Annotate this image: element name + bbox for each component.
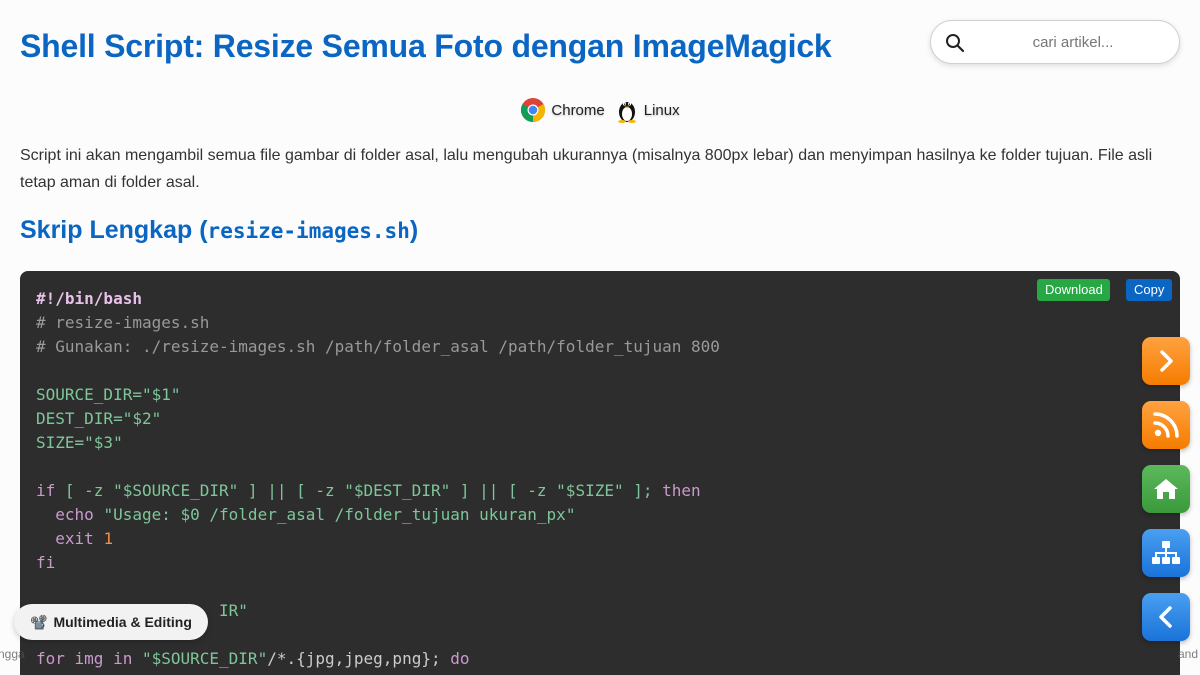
platform-chrome: Chrome [520,97,605,123]
download-button[interactable]: Download [1037,279,1110,301]
chrome-icon [521,98,546,122]
category-label: Multimedia & Editing [53,614,192,630]
intro-paragraph: Script ini akan mengambil semua file gam… [20,147,1153,191]
copy-button[interactable]: Copy [1126,279,1172,301]
code-token: 1 [103,529,114,548]
platform-linux: Linux [615,97,680,123]
sitemap-icon [1152,541,1180,564]
code-token: then [662,481,701,500]
rss-feed-button[interactable] [1142,401,1190,449]
code-token: [ -z "$SOURCE_DIR" ] || [ -z "$DEST_DIR"… [55,481,663,500]
platform-label: Linux [643,101,680,119]
home-button[interactable] [1142,465,1190,513]
section-heading-suffix: ) [409,216,419,244]
next-article-button[interactable] [1142,337,1190,385]
platform-label: Chrome [551,101,605,119]
code-token: exit [36,529,104,548]
code-line: #!/bin/bash [36,289,142,308]
platform-list: Chrome Linux [0,97,1200,123]
rss-icon [1153,412,1179,438]
code-token: "Usage: $0 /folder_asal /folder_tujuan u… [103,505,576,524]
page-title: Shell Script: Resize Semua Foto dengan I… [20,28,832,64]
previous-article-button[interactable] [1142,593,1190,641]
code-line: # Gunakan: ./resize-images.sh /path/fold… [36,337,720,356]
code-line: fi [36,553,56,572]
search-input[interactable] [975,31,1171,53]
code-line: SIZE="$3" [36,433,123,452]
chevron-right-icon [1160,350,1173,372]
search-box[interactable] [930,20,1180,64]
section-heading-prefix: Skrip Lengkap ( [20,216,208,244]
category-badge[interactable]: 📽️ Multimedia & Editing [14,604,208,640]
footer-text-left: ngga [0,647,25,661]
search-icon [946,34,965,53]
projector-icon: 📽️ [30,613,48,630]
home-icon [1154,479,1178,499]
chevron-left-icon [1159,606,1172,628]
code-line: # resize-images.sh [36,313,210,332]
footer-ticker: ngga and [0,647,1200,663]
footer-text-right: and [1177,647,1198,661]
section-heading-filename: resize-images.sh [207,219,410,243]
code-line: SOURCE_DIR="$1" [36,385,181,404]
code-token: echo [36,505,104,524]
linux-tux-icon [617,102,636,123]
code-line: DEST_DIR="$2" [36,409,162,428]
section-heading: Skrip Lengkap (resize-images.sh) [20,216,418,245]
code-token: if [36,481,56,500]
sitemap-button[interactable] [1142,529,1190,577]
